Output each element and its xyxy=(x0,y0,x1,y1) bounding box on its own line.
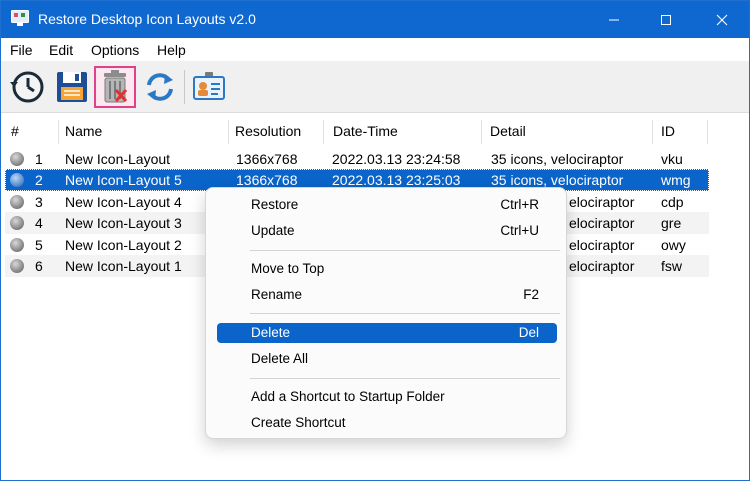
status-dot-icon xyxy=(10,238,24,252)
row-detail: elociraptor xyxy=(569,237,635,253)
menu-bar: File Edit Options Help xyxy=(1,38,749,61)
row-id: owy xyxy=(661,237,686,253)
row-name: New Icon-Layout 1 xyxy=(65,258,182,274)
context-item-label: Update xyxy=(251,223,295,238)
context-item-shortcut: Del xyxy=(518,325,539,340)
save-floppy-icon xyxy=(57,72,87,102)
status-dot-icon xyxy=(10,259,24,273)
context-item-delete[interactable]: Delete Del xyxy=(217,323,557,343)
menu-edit[interactable]: Edit xyxy=(49,42,73,58)
row-detail: elociraptor xyxy=(569,215,635,231)
context-item-rename[interactable]: Rename F2 xyxy=(217,285,557,305)
restore-clock-icon xyxy=(10,71,44,103)
row-resolution: 1366x768 xyxy=(236,151,298,167)
column-header-number[interactable]: # xyxy=(7,114,19,148)
app-icon xyxy=(11,10,29,26)
save-button[interactable] xyxy=(51,66,93,108)
context-item-label: Delete xyxy=(251,325,291,340)
restore-button[interactable] xyxy=(7,66,49,108)
menu-options[interactable]: Options xyxy=(91,42,139,58)
row-number: 2 xyxy=(35,172,43,188)
context-item-move-to-top[interactable]: Move to Top xyxy=(217,259,557,279)
row-number: 5 xyxy=(35,237,43,253)
id-card-icon xyxy=(193,72,225,100)
row-id: gre xyxy=(661,215,682,231)
row-datetime: 2022.03.13 23:24:58 xyxy=(332,151,461,167)
row-detail: elociraptor xyxy=(569,258,635,274)
close-button[interactable] xyxy=(699,1,745,38)
row-detail: 35 icons, velociraptor xyxy=(491,151,624,167)
context-item-restore[interactable]: Restore Ctrl+R xyxy=(217,195,557,215)
row-number: 1 xyxy=(35,151,43,167)
context-item-label: Create Shortcut xyxy=(251,415,346,430)
toolbar xyxy=(1,61,749,113)
delete-trash-icon xyxy=(104,70,128,103)
row-id: vku xyxy=(661,151,683,167)
context-item-label: Move to Top xyxy=(251,261,325,276)
context-item-label: Delete All xyxy=(251,351,309,366)
context-item-create-shortcut[interactable]: Create Shortcut xyxy=(217,413,557,433)
menu-help[interactable]: Help xyxy=(157,42,186,58)
table-row[interactable]: 1 New Icon-Layout 1366x768 2022.03.13 23… xyxy=(5,148,709,170)
row-id: cdp xyxy=(661,194,684,210)
column-header-name[interactable]: Name xyxy=(61,114,102,148)
row-name: New Icon-Layout 2 xyxy=(65,237,182,253)
row-name: New Icon-Layout 3 xyxy=(65,215,182,231)
context-separator xyxy=(250,250,560,251)
row-number: 3 xyxy=(35,194,43,210)
row-number: 4 xyxy=(35,215,43,231)
delete-toolbar-button[interactable] xyxy=(94,66,136,108)
window-title: Restore Desktop Icon Layouts v2.0 xyxy=(38,11,256,27)
status-dot-icon xyxy=(10,173,24,187)
row-name: New Icon-Layout 4 xyxy=(65,194,182,210)
column-separator[interactable] xyxy=(323,120,324,144)
id-card-button[interactable] xyxy=(188,66,230,108)
refresh-button[interactable] xyxy=(139,66,181,108)
row-id: fsw xyxy=(661,258,682,274)
context-item-label: Add a Shortcut to Startup Folder xyxy=(251,389,445,404)
refresh-icon xyxy=(147,73,173,101)
column-separator[interactable] xyxy=(707,120,708,144)
context-item-label: Restore xyxy=(251,197,299,212)
row-detail: elociraptor xyxy=(569,194,635,210)
app-window: Restore Desktop Icon Layouts v2.0 File E… xyxy=(0,0,750,481)
status-dot-icon xyxy=(10,195,24,209)
column-separator[interactable] xyxy=(58,120,59,144)
context-separator xyxy=(250,378,560,379)
minimize-button[interactable] xyxy=(591,1,637,38)
minimize-icon xyxy=(609,19,619,20)
column-header-detail[interactable]: Detail xyxy=(486,114,526,148)
context-item-shortcut: Ctrl+U xyxy=(500,223,539,238)
column-header-resolution[interactable]: Resolution xyxy=(231,114,301,148)
column-separator[interactable] xyxy=(481,120,482,144)
row-number: 6 xyxy=(35,258,43,274)
title-bar[interactable]: Restore Desktop Icon Layouts v2.0 xyxy=(1,1,749,38)
context-separator xyxy=(250,313,560,314)
status-dot-icon xyxy=(10,216,24,230)
maximize-icon xyxy=(661,14,671,25)
context-item-add-startup-shortcut[interactable]: Add a Shortcut to Startup Folder xyxy=(217,387,557,407)
row-name: New Icon-Layout xyxy=(65,151,171,167)
close-icon xyxy=(716,14,728,25)
menu-file[interactable]: File xyxy=(10,42,33,58)
column-header-datetime[interactable]: Date-Time xyxy=(329,114,398,148)
toolbar-separator xyxy=(184,70,185,104)
maximize-button[interactable] xyxy=(643,1,689,38)
context-item-label: Rename xyxy=(251,287,303,302)
context-item-delete-all[interactable]: Delete All xyxy=(217,349,557,369)
column-separator[interactable] xyxy=(228,120,229,144)
context-item-shortcut: Ctrl+R xyxy=(500,197,539,212)
context-item-update[interactable]: Update Ctrl+U xyxy=(217,221,557,241)
column-separator[interactable] xyxy=(652,120,653,144)
status-dot-icon xyxy=(10,152,24,166)
context-item-shortcut: F2 xyxy=(523,287,539,302)
context-menu: Restore Ctrl+R Update Ctrl+U Move to Top… xyxy=(205,187,567,439)
row-name: New Icon-Layout 5 xyxy=(65,172,182,188)
row-id: wmg xyxy=(661,172,691,188)
list-header: # Name Resolution Date-Time Detail ID xyxy=(1,114,749,148)
column-header-id[interactable]: ID xyxy=(657,114,675,148)
